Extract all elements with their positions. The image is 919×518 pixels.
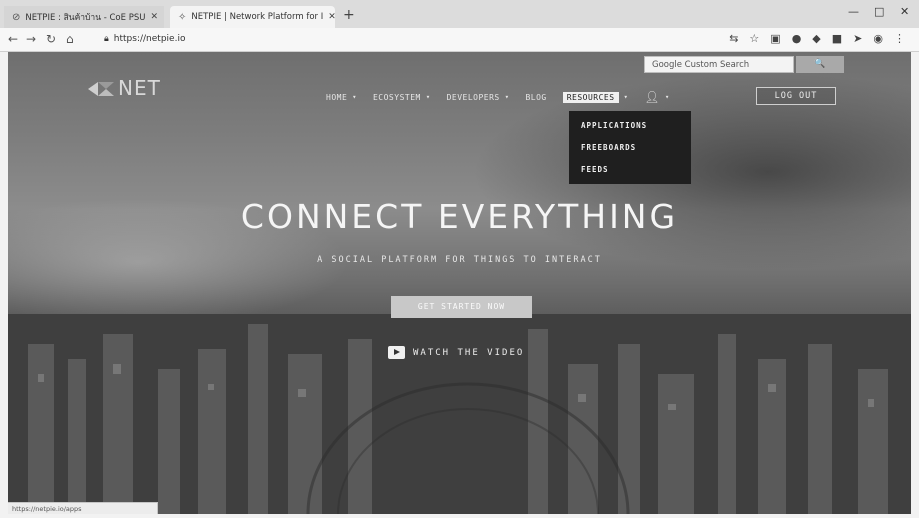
main-nav: HOME ▾ ECOSYSTEM ▾ DEVELOPERS ▾ BLOG RES… xyxy=(326,90,670,104)
menu-icon[interactable]: ⋮ xyxy=(894,32,905,45)
nav-label: BLOG xyxy=(525,92,547,102)
caret-down-icon: ▾ xyxy=(665,93,670,101)
caret-down-icon: ▾ xyxy=(623,93,629,101)
url-field[interactable]: 🔒︎ https://netpie.io xyxy=(104,34,185,44)
back-icon[interactable]: ← xyxy=(8,32,18,46)
netpie-logo[interactable]: NET xyxy=(86,76,206,102)
caret-down-icon: ▾ xyxy=(504,93,510,101)
url-text: https://netpie.io xyxy=(113,34,186,44)
user-icon: 👤︎ xyxy=(644,90,661,104)
caret-down-icon: ▾ xyxy=(352,93,357,101)
watch-video-link[interactable]: WATCH THE VIDEO xyxy=(388,346,524,359)
extension-diamond-icon[interactable]: ◆ xyxy=(812,32,820,45)
netpie-logo-mark-icon xyxy=(88,82,114,96)
browser-tab-1[interactable]: ⊘ NETPIE : สินค้าบ้าน - CoE PSU ✕ xyxy=(4,6,164,28)
minimize-icon[interactable]: — xyxy=(848,5,859,18)
nav-label: HOME xyxy=(326,92,348,102)
nav-label: DEVELOPERS xyxy=(446,92,500,102)
reload-icon[interactable]: ↻ xyxy=(46,32,56,46)
city-skyline-background xyxy=(8,314,911,514)
netpie-favicon-icon: ✧ xyxy=(178,11,187,23)
caret-down-icon: ▾ xyxy=(425,93,431,101)
tab-close-icon[interactable]: ✕ xyxy=(328,12,335,22)
resources-dropdown-menu: APPLICATIONS FREEBOARDS FEEDS xyxy=(569,111,691,184)
get-started-button[interactable]: GET STARTED NOW xyxy=(391,296,532,318)
search-input[interactable]: Google Custom Search xyxy=(644,56,794,73)
extension-square-icon[interactable]: ■ xyxy=(832,32,842,45)
new-tab-button[interactable]: + xyxy=(343,7,355,23)
nav-item-resources[interactable]: RESOURCES ▾ xyxy=(562,91,629,103)
browser-tab-bar: ⊘ NETPIE : สินค้าบ้าน - CoE PSU ✕ ✧ NETP… xyxy=(0,0,919,28)
window-close-icon[interactable]: ✕ xyxy=(900,5,909,18)
browser-tab-2[interactable]: ✧ NETPIE | Network Platform for I ✕ xyxy=(170,6,335,28)
page-viewport: NET Google Custom Search 🔍 HOME ▾ ECOSYS… xyxy=(8,52,911,514)
globe-icon: ⊘ xyxy=(12,11,21,23)
nav-item-blog[interactable]: BLOG xyxy=(525,93,546,102)
menu-item-applications[interactable]: APPLICATIONS xyxy=(581,121,691,143)
play-icon xyxy=(388,346,405,359)
user-menu[interactable]: 👤︎ ▾ xyxy=(644,90,669,104)
nav-item-home[interactable]: HOME ▾ xyxy=(326,93,357,102)
extension-toolbar: ⇆ ☆ ▣ ● ◆ ■ ➤ ◉ ⋮ xyxy=(729,32,905,45)
logo-text: NET xyxy=(118,76,161,100)
nav-item-developers[interactable]: DEVELOPERS ▾ xyxy=(447,93,510,102)
hero-headline: CONNECT EVERYTHING xyxy=(240,197,679,236)
tab-close-icon[interactable]: ✕ xyxy=(150,12,158,22)
bookmark-star-icon[interactable]: ☆ xyxy=(749,32,759,45)
logout-button[interactable]: LOG OUT xyxy=(756,87,836,105)
menu-item-feeds[interactable]: FEEDS xyxy=(581,165,691,187)
watch-video-label: WATCH THE VIDEO xyxy=(413,347,525,358)
extension-circle-icon[interactable]: ● xyxy=(792,32,802,45)
nav-item-ecosystem[interactable]: ECOSYSTEM ▾ xyxy=(373,93,431,102)
forward-icon[interactable]: → xyxy=(26,32,36,46)
profile-icon[interactable]: ◉ xyxy=(873,32,883,45)
nav-label: ECOSYSTEM xyxy=(372,92,421,102)
menu-item-freeboards[interactable]: FREEBOARDS xyxy=(581,143,691,165)
extension-arrow-icon[interactable]: ➤ xyxy=(853,32,862,45)
maximize-icon[interactable]: □ xyxy=(874,5,884,18)
hero-subheadline: A SOCIAL PLATFORM FOR THINGS TO INTERACT xyxy=(317,255,602,265)
home-icon[interactable]: ⌂ xyxy=(66,32,74,46)
nav-label: RESOURCES xyxy=(562,91,619,103)
address-bar: ← → ↻ ⌂ 🔒︎ https://netpie.io ⇆ ☆ ▣ ● ◆ ■… xyxy=(0,28,919,52)
extension-box-icon[interactable]: ▣ xyxy=(770,32,780,45)
status-url-bar: https://netpie.io/apps xyxy=(8,502,158,514)
tab-title: NETPIE | Network Platform for I xyxy=(191,12,324,22)
lock-icon: 🔒︎ xyxy=(104,34,109,44)
translate-icon[interactable]: ⇆ xyxy=(729,32,738,45)
search-button[interactable]: 🔍 xyxy=(796,56,844,73)
tab-title: NETPIE : สินค้าบ้าน - CoE PSU xyxy=(25,13,146,23)
